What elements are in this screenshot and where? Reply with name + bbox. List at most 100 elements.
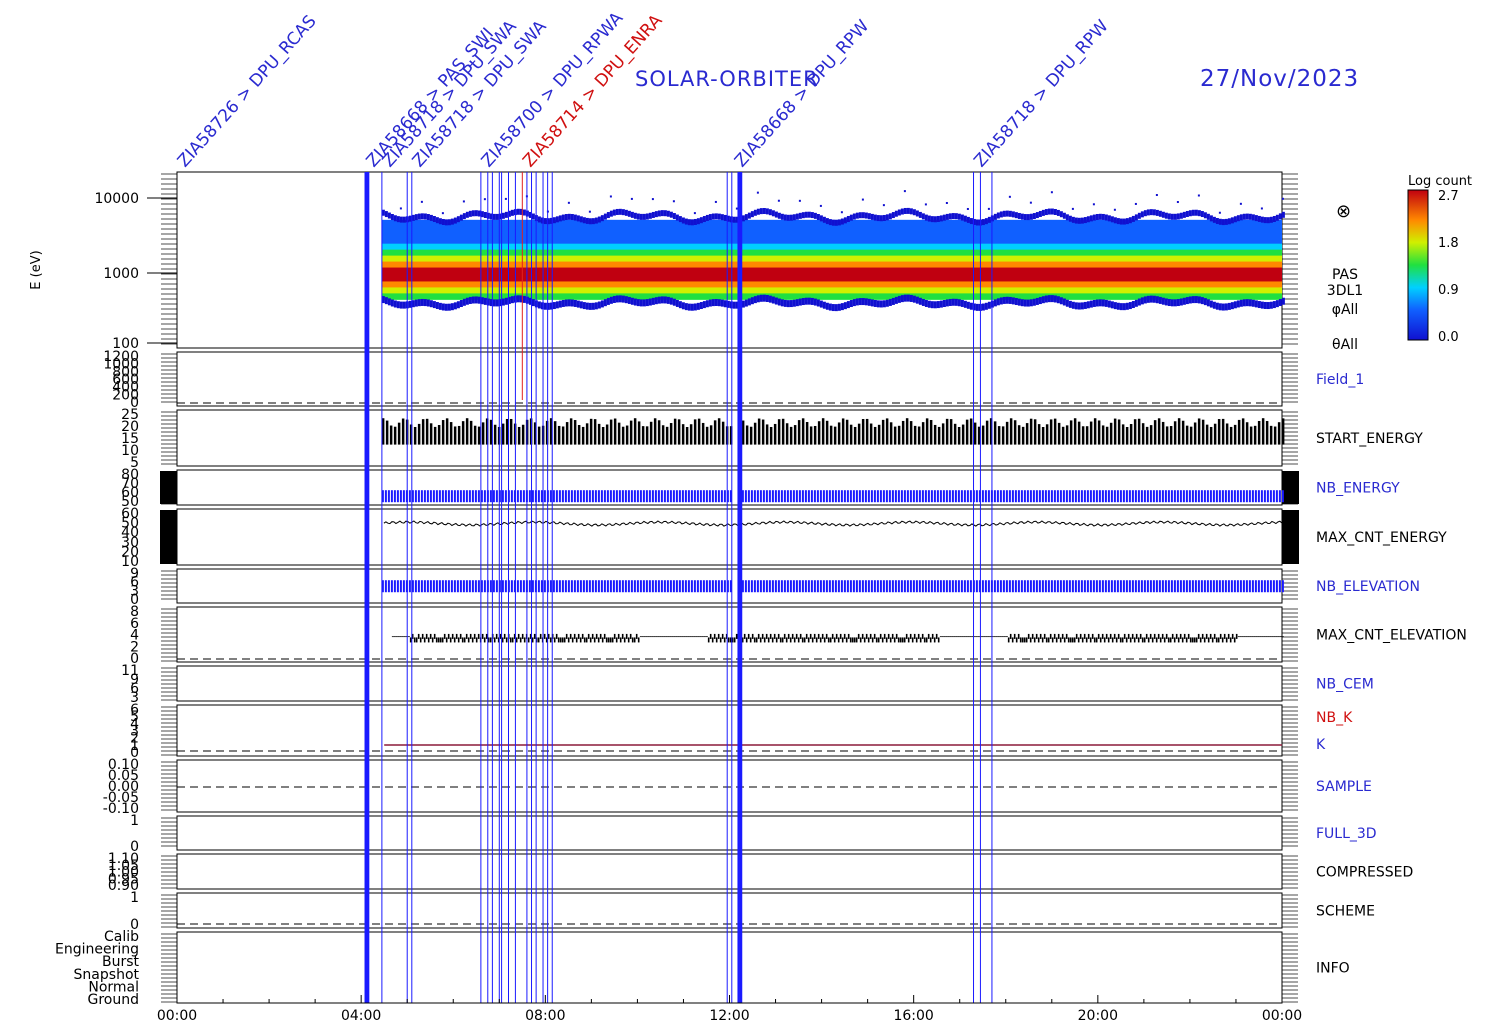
nb-elevation-bar <box>654 580 657 593</box>
max-cnt-elevation-mark <box>1105 633 1108 639</box>
spectrogram-edge <box>708 214 712 221</box>
start-energy-bar <box>965 419 969 445</box>
panel-label: SCHEME <box>1316 904 1375 920</box>
nb-energy-bar <box>765 490 768 503</box>
start-energy-bar <box>1057 422 1061 445</box>
nb-energy-bar <box>645 490 648 503</box>
max-cnt-elevation-mark <box>633 637 636 643</box>
nb-elevation-bar <box>1272 580 1275 593</box>
max-cnt-elevation-mark <box>993 636 996 638</box>
nb-energy-bar <box>1017 490 1020 503</box>
max-cnt-elevation-mark <box>1023 637 1026 643</box>
start-energy-bar <box>1229 426 1233 445</box>
max-cnt-elevation-mark <box>655 636 658 638</box>
nb-energy-bar <box>789 490 792 503</box>
nb-energy-bar <box>861 490 864 503</box>
spectrogram-edge <box>1236 215 1240 222</box>
nb-elevation-bar <box>924 580 927 593</box>
spectrogram-edge <box>1143 296 1147 304</box>
max-cnt-elevation-mark <box>393 636 396 638</box>
spectrogram-edge <box>669 297 673 305</box>
max-cnt-elevation-mark <box>987 636 990 638</box>
spectrogram-edge <box>864 212 868 219</box>
spectrogram-edge <box>567 213 571 220</box>
spectrogram-edge <box>1113 217 1117 224</box>
max-cnt-elevation-mark <box>685 636 688 638</box>
max-cnt-elevation-mark <box>595 633 598 639</box>
nb-elevation-bar <box>783 580 786 593</box>
colorbar-gradient <box>1407 189 1429 341</box>
max-cnt-elevation-mark <box>1101 633 1104 639</box>
spectrogram-edge <box>762 294 766 302</box>
nb-energy-bar <box>957 490 960 503</box>
nb-elevation-bar <box>504 580 507 593</box>
start-energy-bar <box>901 420 905 445</box>
max-cnt-elevation-mark <box>1051 637 1054 643</box>
max-cnt-elevation-mark <box>975 636 978 638</box>
nb-elevation-bar <box>495 580 498 593</box>
spectrogram-edge <box>621 295 625 303</box>
spectrogram-edge <box>1251 214 1255 221</box>
max-cnt-elevation-mark <box>1029 637 1032 643</box>
spectrogram-edge <box>471 210 475 217</box>
nb-elevation-bar <box>1110 580 1113 593</box>
spectrogram-edge <box>939 300 943 308</box>
max-cnt-elevation-mark <box>553 637 556 643</box>
nb-energy-bar <box>615 490 618 503</box>
nb-energy-bar <box>1080 490 1083 503</box>
nb-elevation-bar <box>1203 580 1206 593</box>
nb-energy-bar <box>1239 490 1242 503</box>
spectrogram-edge <box>1146 295 1150 303</box>
colorbar-label: Log count <box>1408 174 1472 189</box>
nb-energy-bar <box>852 490 855 503</box>
spectrogram-edge <box>1086 301 1090 309</box>
nb-elevation-bar <box>396 580 399 593</box>
max-cnt-elevation-mark <box>1171 633 1174 639</box>
max-cnt-elevation-mark <box>1245 636 1248 638</box>
max-cnt-elevation-mark <box>631 637 634 643</box>
nb-energy-bar <box>573 490 576 503</box>
nb-energy-bar <box>897 490 900 503</box>
start-energy-bar <box>1213 423 1217 445</box>
spectrogram-edge <box>1167 213 1171 220</box>
max-cnt-elevation-mark <box>1141 637 1144 643</box>
spectrogram-edge <box>1242 213 1246 220</box>
max-cnt-elevation-mark <box>833 637 836 643</box>
start-energy-bar <box>769 426 773 445</box>
nb-elevation-bar <box>777 580 780 593</box>
spectrogram-edge <box>402 301 406 309</box>
max-cnt-elevation-mark <box>747 633 750 639</box>
nb-energy-bar <box>840 490 843 503</box>
spectrogram-edge <box>753 296 757 304</box>
nb-energy-bar <box>702 490 705 503</box>
nb-energy-bar <box>1167 490 1170 503</box>
start-energy-bar <box>1001 426 1005 445</box>
start-energy-bar <box>521 424 525 445</box>
start-energy-bar <box>749 426 753 445</box>
nb-elevation-bar <box>645 580 648 593</box>
max-cnt-elevation-mark <box>713 633 716 639</box>
nb-elevation-bar <box>657 580 660 593</box>
x-tick-label: 00:00 <box>157 1008 197 1020</box>
max-cnt-elevation-mark <box>399 636 402 638</box>
spectrogram-edge <box>1188 296 1192 304</box>
nb-elevation-bar <box>1179 580 1182 593</box>
spectrogram-edge <box>1014 298 1018 306</box>
panel-field1: 120010008006004002000Field_1 <box>103 349 1364 411</box>
start-energy-bar <box>1037 424 1041 445</box>
spectrogram-edge <box>771 296 775 304</box>
spectrogram-edge <box>780 299 784 307</box>
nb-elevation-bar <box>1146 580 1149 593</box>
max-cnt-elevation-mark <box>891 633 894 639</box>
spectrogram-edge <box>861 298 865 306</box>
spectrogram-edge <box>993 299 997 307</box>
panel-frame <box>176 351 1283 407</box>
max-cnt-elevation-mark <box>453 637 456 643</box>
spectrogram-edge <box>966 301 970 309</box>
start-energy-bar <box>753 422 757 445</box>
start-energy-bar <box>861 419 865 445</box>
nb-energy-bar <box>1230 490 1233 503</box>
start-energy-bar <box>1141 423 1145 445</box>
spectrogram-edge <box>876 300 880 308</box>
nb-energy-bar <box>1062 490 1065 503</box>
